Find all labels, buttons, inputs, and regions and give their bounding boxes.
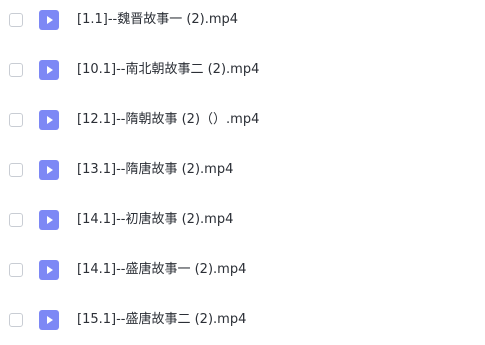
file-name[interactable]: [12.1]--隋朝故事 (2)（）.mp4 xyxy=(77,111,259,129)
file-name[interactable]: [10.1]--南北朝故事二 (2).mp4 xyxy=(77,61,259,79)
file-checkbox[interactable] xyxy=(9,313,23,327)
file-name[interactable]: [14.1]--初唐故事 (2).mp4 xyxy=(77,211,233,229)
file-row[interactable]: [10.1]--南北朝故事二 (2).mp4 xyxy=(0,45,485,95)
file-name[interactable]: [14.1]--盛唐故事一 (2).mp4 xyxy=(77,261,246,279)
file-list: [1.1]--魏晋故事一 (2).mp4 [10.1]--南北朝故事二 (2).… xyxy=(0,0,485,345)
file-row[interactable]: [1.1]--魏晋故事一 (2).mp4 xyxy=(0,0,485,45)
video-file-icon xyxy=(39,110,59,130)
file-name[interactable]: [1.1]--魏晋故事一 (2).mp4 xyxy=(77,11,238,29)
video-file-icon xyxy=(39,10,59,30)
file-row[interactable]: [12.1]--隋朝故事 (2)（）.mp4 xyxy=(0,95,485,145)
file-checkbox[interactable] xyxy=(9,213,23,227)
file-checkbox[interactable] xyxy=(9,113,23,127)
video-file-icon xyxy=(39,160,59,180)
file-row[interactable]: [14.1]--初唐故事 (2).mp4 xyxy=(0,195,485,245)
file-name[interactable]: [13.1]--隋唐故事 (2).mp4 xyxy=(77,161,233,179)
video-file-icon xyxy=(39,310,59,330)
file-checkbox[interactable] xyxy=(9,263,23,277)
video-file-icon xyxy=(39,60,59,80)
file-row[interactable]: [14.1]--盛唐故事一 (2).mp4 xyxy=(0,245,485,295)
file-checkbox[interactable] xyxy=(9,63,23,77)
video-file-icon xyxy=(39,260,59,280)
file-name[interactable]: [15.1]--盛唐故事二 (2).mp4 xyxy=(77,311,246,329)
file-checkbox[interactable] xyxy=(9,13,23,27)
file-row[interactable]: [15.1]--盛唐故事二 (2).mp4 xyxy=(0,295,485,345)
video-file-icon xyxy=(39,210,59,230)
file-checkbox[interactable] xyxy=(9,163,23,177)
file-row[interactable]: [13.1]--隋唐故事 (2).mp4 xyxy=(0,145,485,195)
